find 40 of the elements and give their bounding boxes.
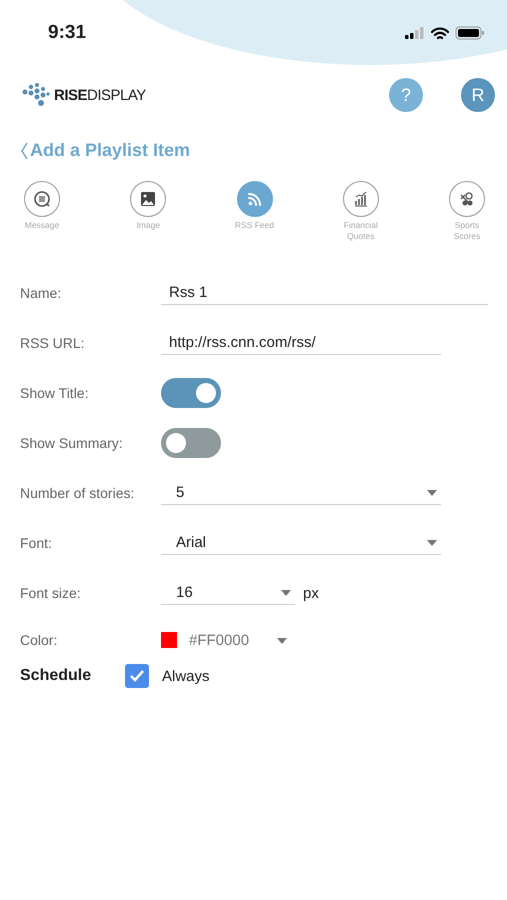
field-label: Color: <box>20 632 58 648</box>
schedule-label: Schedule <box>20 667 92 685</box>
item-type-button[interactable]: Financial Quotes <box>336 181 385 242</box>
avatar-button[interactable]: R <box>461 78 495 112</box>
caret-icon <box>427 540 437 546</box>
toggle-switch[interactable] <box>161 428 221 458</box>
check-icon <box>129 669 145 683</box>
toggle-switch[interactable] <box>161 378 221 408</box>
status-time: 9:31 <box>48 22 86 44</box>
caret-icon <box>281 590 291 596</box>
item-type-button[interactable]: Message <box>18 181 66 242</box>
caret-icon <box>427 490 437 496</box>
dropdown-field[interactable]: Arial <box>161 531 441 555</box>
logo-text: DISPLAY <box>87 86 146 104</box>
field-label: Font: <box>20 535 53 551</box>
field-label: Show Title: <box>20 385 90 401</box>
signal-icon <box>405 27 425 39</box>
field-label: Number of stories: <box>20 485 136 501</box>
checkbox[interactable] <box>125 664 149 688</box>
help-button[interactable]: ? <box>389 78 423 112</box>
field-label: RSS URL: <box>20 335 86 351</box>
item-type-button[interactable]: Sports Scores <box>443 181 491 242</box>
field-label: Show Summary: <box>20 435 124 451</box>
field-label: Font size: <box>20 585 82 601</box>
battery-icon <box>455 26 485 40</box>
unit-label: px <box>303 584 319 602</box>
logo-text: RISE <box>54 86 88 104</box>
page-title[interactable]: Add a Playlist Item <box>30 140 190 161</box>
back-icon[interactable] <box>20 142 28 160</box>
dropdown-field[interactable]: 5 <box>161 481 441 505</box>
color-value: #FF0000 <box>189 632 250 648</box>
color-swatch[interactable] <box>161 632 177 648</box>
caret-icon <box>277 638 288 644</box>
field-label: Name: <box>20 285 62 301</box>
item-type-button[interactable]: Image <box>124 181 172 242</box>
checkbox-label: Always <box>162 668 210 684</box>
wifi-icon <box>431 26 449 40</box>
dropdown-field[interactable]: 16 <box>161 581 295 605</box>
item-type-button[interactable]: RSS Feed <box>230 181 278 242</box>
logo-icon <box>22 82 50 108</box>
